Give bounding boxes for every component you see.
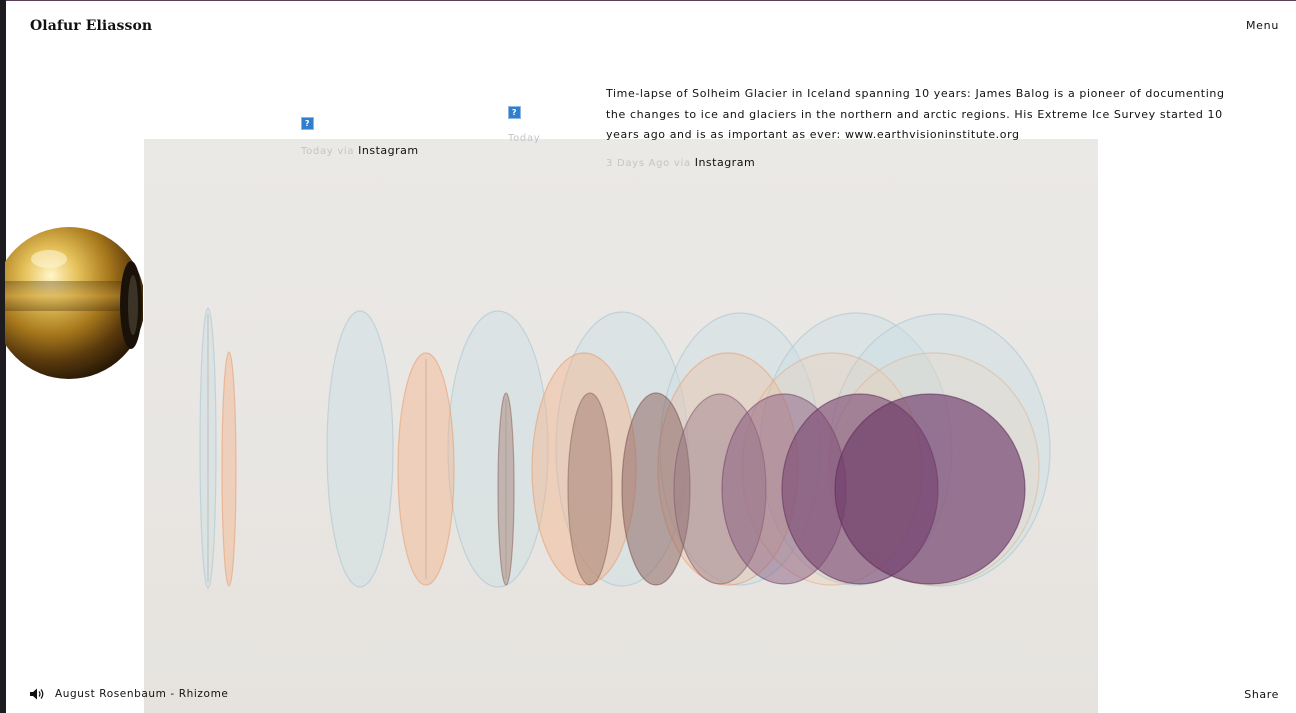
speaker-icon[interactable] bbox=[30, 688, 45, 700]
site-logo[interactable]: Olafur Eliasson bbox=[30, 18, 152, 34]
post-time: 3 Days Ago bbox=[606, 157, 670, 169]
blue-ellipse bbox=[326, 310, 394, 588]
post-meta: 3 Days Ago via Instagram bbox=[606, 156, 1246, 169]
feed-post: Time-lapse of Solheim Glacier in Iceland… bbox=[606, 84, 1246, 169]
broken-image-icon[interactable]: ? bbox=[508, 106, 521, 119]
post-source-link[interactable]: Instagram bbox=[695, 156, 755, 169]
post-via: via bbox=[673, 157, 691, 169]
post-text: Time-lapse of Solheim Glacier in Iceland… bbox=[606, 87, 1225, 141]
feed-post: ? Today via Instagram bbox=[301, 116, 419, 157]
post-time: Today bbox=[301, 146, 334, 157]
gold-sphere-artwork[interactable] bbox=[0, 223, 145, 383]
post-source-link[interactable]: Instagram bbox=[358, 144, 418, 157]
share-button[interactable]: Share bbox=[1244, 688, 1279, 701]
post-via: via bbox=[337, 146, 355, 157]
featured-artwork[interactable] bbox=[144, 139, 1098, 713]
top-border bbox=[0, 0, 1296, 1]
post-meta: Today via Instagram bbox=[301, 144, 419, 157]
track-title[interactable]: August Rosenbaum - Rhizome bbox=[55, 688, 228, 700]
watercolour-ellipses-artwork bbox=[199, 307, 1051, 589]
orange-ellipse bbox=[221, 351, 237, 587]
audio-player: August Rosenbaum - Rhizome bbox=[30, 688, 228, 700]
brown-ellipse bbox=[567, 392, 613, 586]
post-time: Today bbox=[508, 133, 541, 144]
purple-ellipse bbox=[834, 393, 1026, 585]
feed-post: ? Today bbox=[508, 105, 540, 144]
broken-image-icon[interactable]: ? bbox=[301, 117, 314, 130]
gold-sphere-icon bbox=[0, 227, 145, 379]
menu-button[interactable]: Menu bbox=[1246, 19, 1279, 32]
post-meta: Today bbox=[508, 133, 540, 144]
